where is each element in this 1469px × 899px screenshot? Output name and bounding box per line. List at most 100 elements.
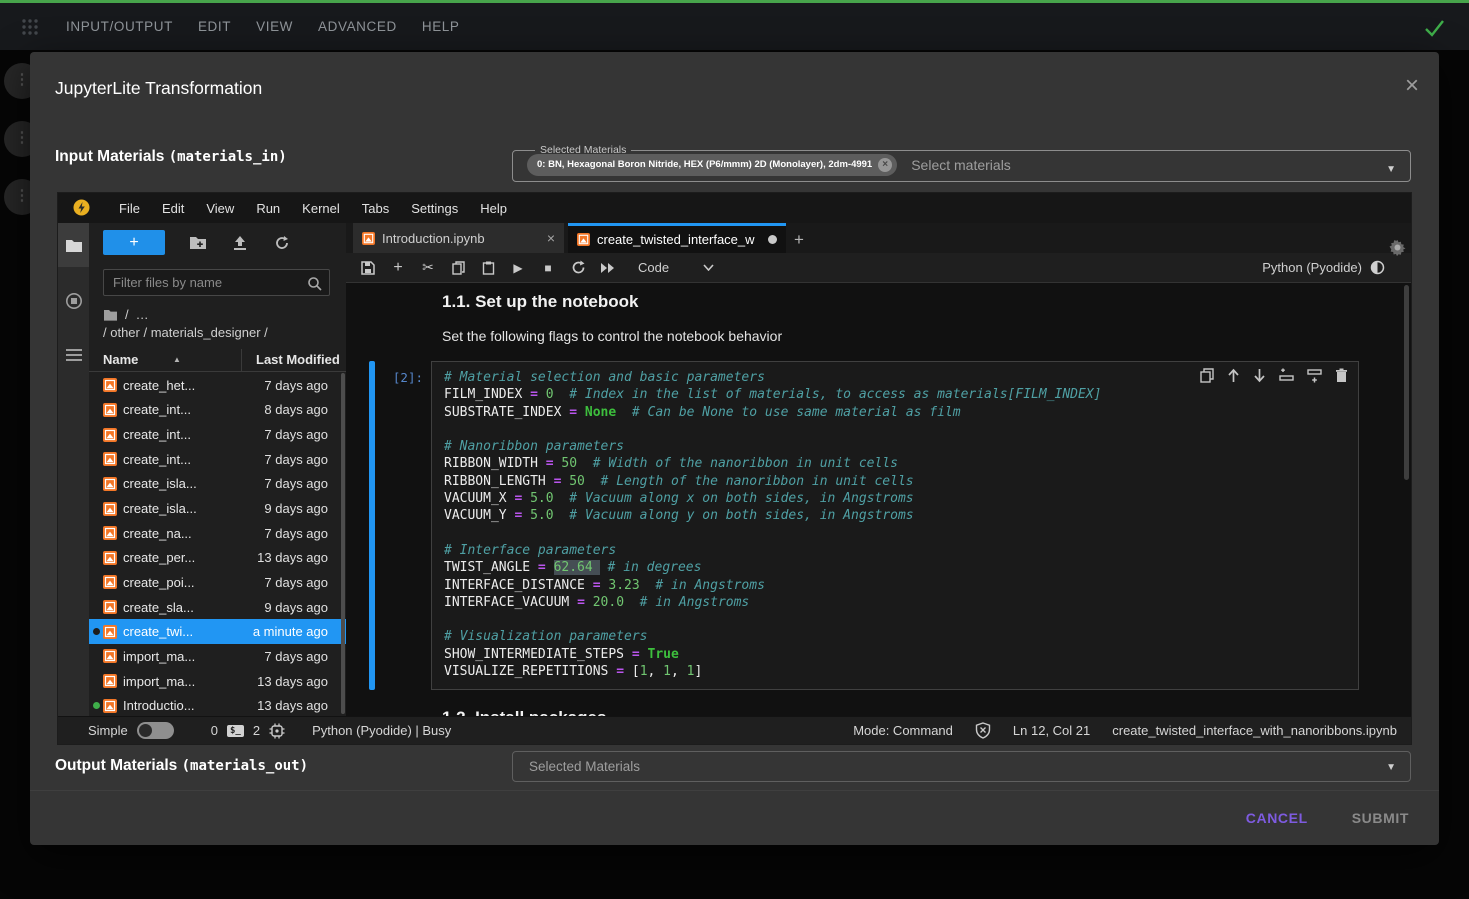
code-line[interactable]: [444, 525, 1350, 542]
code-line[interactable]: VACUUM_X = 5.0 # Vacuum along x on both …: [444, 490, 1350, 507]
sort-ascending-icon[interactable]: ▲: [173, 355, 181, 364]
kernels-count[interactable]: 2: [253, 723, 260, 738]
jupyterlite-logo-icon[interactable]: [73, 199, 90, 217]
breadcrumb-path[interactable]: / other / materials_designer /: [103, 325, 268, 340]
restart-run-all-icon[interactable]: [600, 262, 616, 274]
move-cell-up-icon[interactable]: [1227, 367, 1240, 385]
code-cell[interactable]: [2]: # Material selection and basic para…: [369, 361, 1411, 690]
breadcrumb[interactable]: / …: [103, 307, 149, 322]
file-filter-box[interactable]: [103, 269, 330, 296]
file-row[interactable]: create_na... 7 days ago: [89, 521, 346, 546]
code-line[interactable]: [444, 421, 1350, 438]
column-last-modified[interactable]: Last Modified: [256, 352, 340, 367]
jupyter-menu-item[interactable]: Help: [469, 201, 518, 216]
code-line[interactable]: INTERFACE_DISTANCE = 3.23 # in Angstroms: [444, 577, 1350, 594]
tab-close-icon[interactable]: ×: [547, 230, 555, 246]
breadcrumb-ellipsis[interactable]: …: [136, 307, 149, 322]
topbar-menu-item[interactable]: HELP: [422, 19, 460, 34]
submit-button[interactable]: SUBMIT: [1352, 810, 1409, 826]
jupyter-menu-item[interactable]: Edit: [151, 201, 195, 216]
file-row[interactable]: create_int... 8 days ago: [89, 398, 346, 423]
code-line[interactable]: # Nanoribbon parameters: [444, 438, 1350, 455]
simple-mode-toggle[interactable]: [137, 722, 174, 739]
topbar-menu-item[interactable]: EDIT: [198, 19, 231, 34]
cancel-button[interactable]: CANCEL: [1246, 810, 1308, 826]
tab-introduction[interactable]: Introduction.ipynb ×: [353, 223, 564, 253]
new-tab-button[interactable]: +: [786, 227, 812, 253]
run-cell-icon[interactable]: ▶: [510, 261, 526, 275]
topbar-menu-item[interactable]: VIEW: [256, 19, 293, 34]
code-line[interactable]: SUBSTRATE_INDEX = None # Can be None to …: [444, 404, 1350, 421]
file-row[interactable]: create_isla... 7 days ago: [89, 472, 346, 497]
code-line[interactable]: FILM_INDEX = 0 # Index in the list of ma…: [444, 386, 1350, 403]
code-line[interactable]: VISUALIZE_REPETITIONS = [1, 1, 1]: [444, 663, 1350, 680]
topbar-menu-item[interactable]: INPUT/OUTPUT: [66, 19, 173, 34]
insert-cell-below-icon[interactable]: [1307, 367, 1322, 385]
duplicate-cell-icon[interactable]: [1200, 367, 1214, 385]
file-row[interactable]: create_sla... 9 days ago: [89, 595, 346, 620]
interrupt-kernel-icon[interactable]: ■: [540, 261, 556, 275]
file-row[interactable]: create_int... 7 days ago: [89, 422, 346, 447]
code-editor[interactable]: # Material selection and basic parameter…: [431, 361, 1359, 690]
save-icon[interactable]: [360, 261, 376, 275]
column-name[interactable]: Name: [103, 352, 138, 367]
trust-shield-icon[interactable]: [975, 722, 991, 739]
topbar-menu-item[interactable]: ADVANCED: [318, 19, 397, 34]
jupyter-menu-item[interactable]: Tabs: [351, 201, 400, 216]
notebook-content[interactable]: 1.1. Set up the notebook Set the followi…: [346, 283, 1411, 716]
file-row[interactable]: create_poi... 7 days ago: [89, 570, 346, 595]
running-sessions-tab[interactable]: [58, 279, 89, 323]
tab-create-twisted-interface[interactable]: create_twisted_interface_w: [568, 223, 786, 253]
file-browser-tab[interactable]: [58, 223, 89, 267]
jupyter-menu-item[interactable]: Kernel: [291, 201, 351, 216]
drag-grid-icon[interactable]: [20, 17, 40, 37]
material-chip[interactable]: 0: BN, Hexagonal Boron Nitride, HEX (P6/…: [527, 154, 897, 176]
file-row[interactable]: create_twi... a minute ago: [89, 619, 346, 644]
code-line[interactable]: # Interface parameters: [444, 542, 1350, 559]
chevron-down-icon[interactable]: ▼: [1386, 164, 1396, 175]
file-row[interactable]: Introductio... 13 days ago: [89, 693, 346, 716]
copy-cells-icon[interactable]: [450, 261, 466, 275]
upload-icon[interactable]: [232, 234, 248, 251]
code-line[interactable]: TWIST_ANGLE = 62.64 # in degrees: [444, 559, 1350, 576]
kernel-indicator[interactable]: Python (Pyodide): [1262, 260, 1385, 275]
move-cell-down-icon[interactable]: [1253, 367, 1266, 385]
jupyter-menu-item[interactable]: View: [195, 201, 245, 216]
cell-type-dropdown[interactable]: Code: [638, 260, 714, 275]
restart-kernel-icon[interactable]: [570, 260, 586, 275]
code-line[interactable]: [444, 611, 1350, 628]
notebook-scrollbar[interactable]: [1404, 285, 1409, 480]
code-line[interactable]: RIBBON_WIDTH = 50 # Width of the nanorib…: [444, 455, 1350, 472]
jupyter-menu-item[interactable]: Settings: [400, 201, 469, 216]
file-row[interactable]: create_het... 7 days ago: [89, 373, 346, 398]
chip-remove-icon[interactable]: ×: [878, 158, 892, 172]
terminals-count[interactable]: 0: [211, 723, 218, 738]
file-list-scrollbar[interactable]: [341, 373, 345, 714]
insert-cell-above-icon[interactable]: [1279, 367, 1294, 385]
cut-cells-icon[interactable]: ✂: [420, 259, 436, 276]
file-row[interactable]: create_int... 7 days ago: [89, 447, 346, 472]
chevron-down-icon[interactable]: ▼: [1386, 762, 1396, 773]
file-row[interactable]: create_isla... 9 days ago: [89, 496, 346, 521]
input-materials-select[interactable]: Selected Materials 0: BN, Hexagonal Boro…: [512, 144, 1411, 182]
command-mode-indicator[interactable]: Mode: Command: [853, 723, 953, 738]
gear-icon[interactable]: [1389, 239, 1406, 257]
insert-cell-icon[interactable]: +: [390, 259, 406, 277]
code-line[interactable]: VACUUM_Y = 5.0 # Vacuum along y on both …: [444, 507, 1350, 524]
refresh-icon[interactable]: [274, 234, 290, 251]
paste-cells-icon[interactable]: [480, 261, 496, 275]
file-filter-input[interactable]: [104, 275, 307, 290]
kernel-status[interactable]: Python (Pyodide) | Busy: [312, 723, 451, 738]
file-row[interactable]: create_per... 13 days ago: [89, 545, 346, 570]
jupyter-menu-item[interactable]: File: [108, 201, 151, 216]
new-launcher-button[interactable]: +: [103, 230, 165, 255]
code-line[interactable]: RIBBON_LENGTH = 50 # Length of the nanor…: [444, 473, 1350, 490]
cursor-position[interactable]: Ln 12, Col 21: [1013, 723, 1090, 738]
table-of-contents-tab[interactable]: [58, 333, 89, 377]
code-line[interactable]: SHOW_INTERMEDIATE_STEPS = True: [444, 646, 1350, 663]
close-icon[interactable]: ×: [1405, 74, 1419, 98]
jupyter-menu-item[interactable]: Run: [245, 201, 291, 216]
new-folder-icon[interactable]: [189, 234, 207, 250]
code-line[interactable]: # Visualization parameters: [444, 628, 1350, 645]
file-row[interactable]: import_ma... 13 days ago: [89, 669, 346, 694]
